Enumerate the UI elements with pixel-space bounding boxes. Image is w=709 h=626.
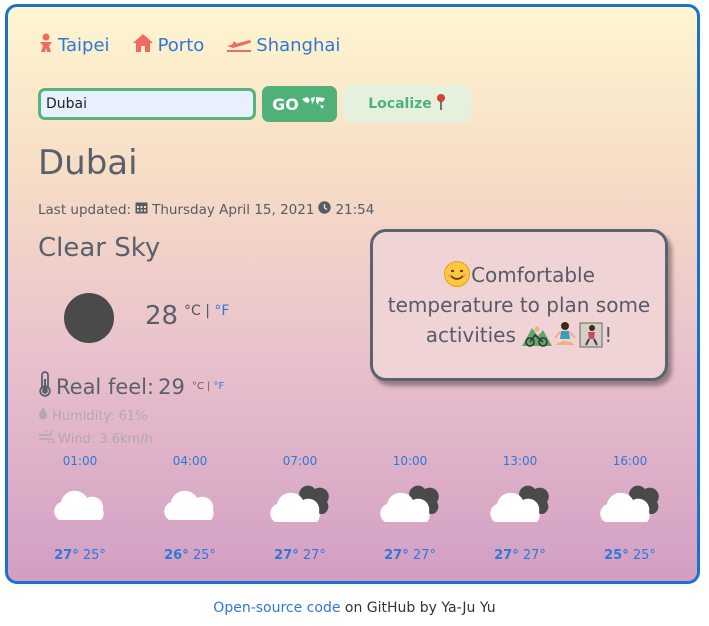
forecast-high: 27°: [494, 548, 519, 563]
cloud-icon: [45, 476, 115, 528]
last-updated: Last updated: Thursday April 15, 2021 21…: [38, 201, 374, 218]
forecast-high: 25°: [604, 548, 629, 563]
current-temperature: 28: [145, 301, 179, 331]
plane-icon: [226, 33, 252, 58]
suggestion-text: Comfortable temperature to plan some act…: [385, 260, 653, 350]
weather-card: Taipei Porto Shanghai GO Localize: [5, 4, 700, 584]
city-label: Taipei: [58, 35, 110, 56]
forecast-item: 16:00 25° 25°: [575, 454, 685, 563]
forecast-temps: 25° 25°: [575, 548, 685, 563]
yoga-icon: [552, 322, 578, 347]
forecast-low: 25°: [82, 548, 106, 563]
forecast-high: 27°: [384, 548, 409, 563]
mountain-biking-icon: [522, 323, 553, 347]
go-button[interactable]: GO: [262, 86, 337, 122]
footer: Open-source code on GitHub by Ya-Ju Yu: [0, 600, 709, 616]
humidity-value: Humidity: 61%: [52, 409, 148, 424]
forecast-high: 27°: [274, 548, 299, 563]
fahrenheit-link[interactable]: °F: [214, 303, 229, 319]
forecast-low: 25°: [192, 548, 216, 563]
forecast-time: 04:00: [172, 454, 208, 468]
source-code-link[interactable]: Open-source code: [213, 600, 340, 616]
forecast-low: 25°: [632, 548, 656, 563]
feel-fahrenheit-link[interactable]: °F: [214, 381, 225, 392]
forecast-item: 10:00 27° 27°: [355, 454, 465, 563]
forecast-time: 16:00: [612, 454, 648, 468]
city-taipei-link[interactable]: Taipei: [38, 33, 110, 58]
celsius-unit[interactable]: °C: [184, 303, 201, 319]
activity-suggestion-box: Comfortable temperature to plan some act…: [370, 229, 668, 381]
city-shortcuts: Taipei Porto Shanghai: [38, 33, 340, 58]
forecast-high: 26°: [164, 548, 189, 563]
climbing-icon: [578, 322, 604, 348]
cloudy-icon: [375, 476, 445, 528]
forecast-time: 10:00: [392, 454, 428, 468]
cloudy-icon: [485, 476, 555, 528]
real-feel-label: Real feel:: [56, 374, 155, 399]
current-city-title: Dubai: [38, 143, 138, 183]
unit-toggle: °C | °F: [184, 303, 229, 319]
calendar-icon: [135, 201, 148, 218]
clock-icon: [318, 201, 332, 218]
droplet-icon: [38, 407, 52, 424]
cloudy-icon: [265, 476, 335, 528]
real-feel: Real feel: 29 °C | °F: [38, 371, 224, 402]
localize-button[interactable]: Localize: [343, 85, 471, 123]
forecast-low: 27°: [522, 548, 546, 563]
hourly-forecast: 01:00 27° 25° 04:00 26° 25° 07:00 27° 27…: [25, 454, 685, 563]
world-map-icon: [301, 95, 327, 114]
humidity: Humidity: 61%: [38, 407, 148, 424]
search-row: GO Localize: [38, 85, 471, 123]
baby-icon: [38, 33, 54, 58]
localize-label: Localize: [368, 96, 432, 112]
last-updated-label: Last updated:: [38, 201, 132, 218]
feel-unit-toggle: °C | °F: [192, 381, 224, 392]
wind-value: Wind: 3.6km/h: [58, 432, 153, 447]
cloudy-icon: [595, 476, 665, 528]
forecast-temps: 27° 27°: [355, 548, 465, 563]
weather-condition: Clear Sky: [38, 233, 161, 263]
forecast-item: 13:00 27° 27°: [465, 454, 575, 563]
forecast-temps: 27° 25°: [25, 548, 135, 563]
forecast-low: 27°: [302, 548, 326, 563]
pushpin-icon: [436, 93, 446, 115]
city-shanghai-link[interactable]: Shanghai: [226, 33, 340, 58]
smile-icon: [443, 261, 471, 287]
forecast-high: 27°: [54, 548, 79, 563]
city-search-input[interactable]: [38, 88, 256, 120]
forecast-temps: 27° 27°: [245, 548, 355, 563]
clear-night-icon: [64, 293, 114, 343]
thermometer-icon: [38, 371, 52, 402]
feel-unit-separator: |: [203, 381, 214, 392]
forecast-item: 04:00 26° 25°: [135, 454, 245, 563]
footer-credit: on GitHub by Ya-Ju Yu: [340, 600, 496, 616]
feel-celsius-unit[interactable]: °C: [192, 381, 204, 392]
suggestion-exclamation: !: [604, 323, 613, 347]
forecast-item: 01:00 27° 25°: [25, 454, 135, 563]
city-porto-link[interactable]: Porto: [132, 33, 205, 58]
forecast-low: 27°: [412, 548, 436, 563]
last-updated-time: 21:54: [335, 201, 375, 218]
forecast-temps: 27° 27°: [465, 548, 575, 563]
home-icon: [132, 33, 154, 58]
real-feel-temp: 29: [158, 374, 185, 399]
last-updated-date: Thursday April 15, 2021: [152, 201, 315, 218]
cloud-icon: [155, 476, 225, 528]
wind-icon: [38, 429, 58, 447]
wind: Wind: 3.6km/h: [38, 429, 153, 447]
forecast-temps: 26° 25°: [135, 548, 245, 563]
forecast-item: 07:00 27° 27°: [245, 454, 355, 563]
city-label: Shanghai: [256, 35, 341, 56]
forecast-time: 07:00: [282, 454, 318, 468]
forecast-time: 13:00: [502, 454, 538, 468]
city-label: Porto: [157, 35, 205, 56]
go-label: GO: [272, 94, 299, 114]
unit-separator: |: [200, 303, 215, 319]
forecast-time: 01:00: [62, 454, 98, 468]
